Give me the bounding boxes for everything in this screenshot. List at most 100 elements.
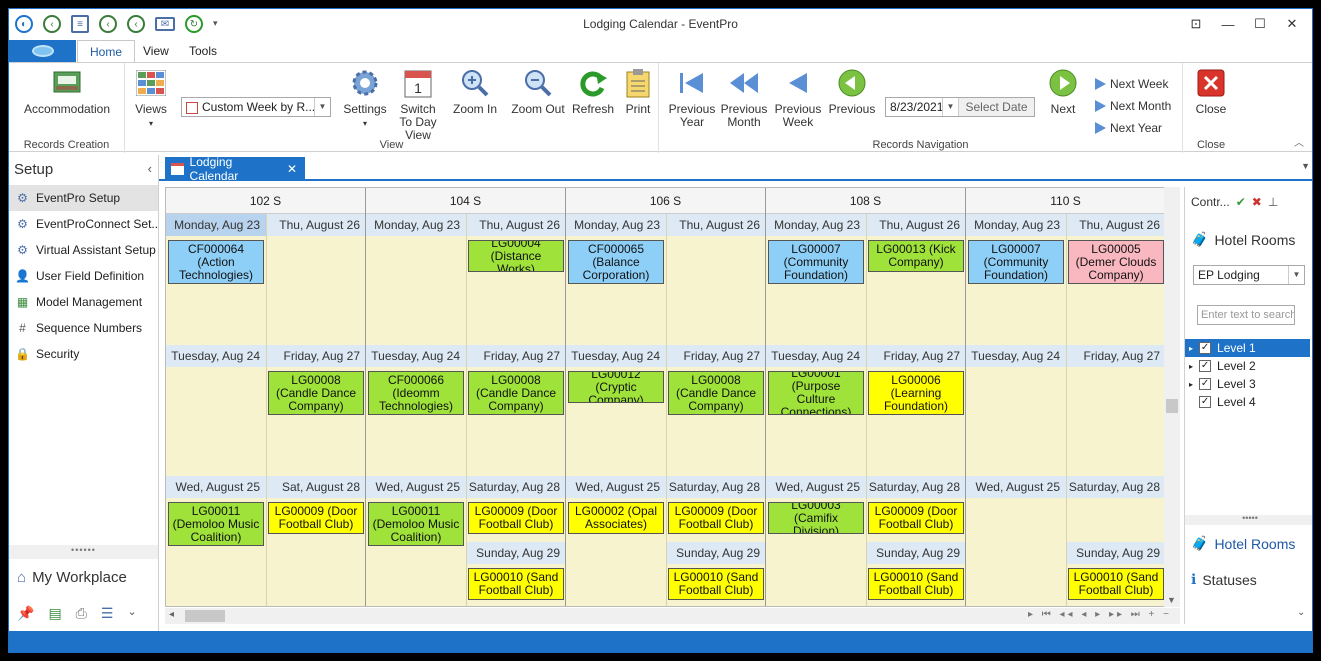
day-header[interactable]: Tuesday, Aug 24 <box>366 345 466 367</box>
day-header[interactable]: Friday, Aug 27 <box>266 345 366 367</box>
print-button[interactable]: Print <box>621 67 655 116</box>
previous-week-button[interactable]: Previous Week <box>773 67 823 129</box>
collapse-pane-icon[interactable]: ‹ <box>148 161 152 176</box>
tab-home[interactable]: Home <box>77 40 136 63</box>
tab-list-dropdown-icon[interactable]: ▼ <box>1301 161 1310 171</box>
booking-appointment[interactable]: LG00010 (Sand Football Club) <box>468 568 564 600</box>
booking-appointment[interactable]: LG00009 (Door Football Club) <box>268 502 364 534</box>
collapse-ribbon-icon[interactable]: ︿ <box>1294 134 1304 149</box>
day-header[interactable]: Monday, Aug 23 <box>766 214 866 236</box>
user-list-icon[interactable]: ☰ <box>101 605 114 622</box>
day-header[interactable]: Sat, August 28 <box>266 476 366 498</box>
day-header[interactable]: Friday, Aug 27 <box>866 345 966 367</box>
day-header[interactable]: Saturday, Aug 28 <box>1066 476 1166 498</box>
pin-pane-icon[interactable]: ⊥ <box>1268 195 1278 209</box>
booking-appointment[interactable]: LG00004 (Distance Works) <box>468 240 564 272</box>
booking-appointment[interactable]: LG00010 (Sand Football Club) <box>668 568 764 600</box>
day-header[interactable]: Monday, Aug 23 <box>566 214 666 236</box>
day-header[interactable]: Thu, August 26 <box>266 214 366 236</box>
my-workplace-button[interactable]: ⌂ My Workplace <box>17 569 127 586</box>
checkbox-checked[interactable]: ✓ <box>1199 342 1212 354</box>
day-header[interactable]: Tuesday, Aug 24 <box>166 345 266 367</box>
day-header[interactable]: Friday, Aug 27 <box>666 345 766 367</box>
accommodation-button[interactable]: Accommodation <box>23 67 111 116</box>
application-menu-button[interactable] <box>9 40 76 62</box>
expand-icon[interactable]: ▸ <box>1189 362 1193 371</box>
booking-appointment[interactable]: LG00007 (Community Foundation) <box>968 240 1064 284</box>
day-header[interactable]: Sunday, Aug 29 <box>466 542 566 564</box>
lodging-combo-arrow-icon[interactable]: ▼ <box>1288 266 1304 284</box>
record-navigator[interactable]: ▸ ⏮ ◂◂ ◂ ▸ ▸▸ ⏭ + − <box>1028 609 1172 620</box>
booking-appointment[interactable]: LG00011 (Demoloo Music Coalition) <box>168 502 264 546</box>
switch-to-day-view-button[interactable]: 1 Switch To Day View <box>393 67 443 142</box>
next-year-button[interactable]: Next Year <box>1095 121 1162 135</box>
booking-appointment[interactable]: LG00008 (Candle Dance Company) <box>268 371 364 415</box>
printer-icon[interactable]: ⎙ <box>76 605 87 622</box>
tab-lodging-calendar[interactable]: Lodging Calendar ✕ <box>165 155 305 183</box>
day-header[interactable]: Wed, August 25 <box>566 476 666 498</box>
setup-item-virtual-assistant-setup[interactable]: ⚙ Virtual Assistant Setup <box>9 237 158 263</box>
day-header[interactable]: Friday, Aug 27 <box>466 345 566 367</box>
day-header[interactable]: Thu, August 26 <box>466 214 566 236</box>
day-header[interactable]: Tuesday, Aug 24 <box>966 345 1066 367</box>
views-button[interactable]: Views ▾ <box>133 67 169 130</box>
lodging-combo[interactable]: EP Lodging ▼ <box>1193 265 1305 285</box>
day-header[interactable]: Friday, Aug 27 <box>1066 345 1166 367</box>
zoom-out-button[interactable]: Zoom Out <box>511 67 565 116</box>
previous-button[interactable]: Previous <box>827 67 877 116</box>
checkbox-checked[interactable]: ✓ <box>1199 378 1212 390</box>
booking-appointment[interactable]: LG00008 (Candle Dance Company) <box>668 371 764 415</box>
close-tab-icon[interactable]: ✕ <box>287 162 297 176</box>
next-month-button[interactable]: Next Month <box>1095 99 1171 113</box>
lodging-calendar[interactable]: 102 S Monday, Aug 23 Thu, August 26 Tuesday… <box>165 187 1180 607</box>
search-input[interactable]: Enter text to search <box>1197 305 1295 325</box>
minimize-button[interactable]: — <box>1212 13 1244 35</box>
booking-appointment[interactable]: LG00008 (Candle Dance Company) <box>468 371 564 415</box>
maximize-button[interactable]: ☐ <box>1244 13 1276 35</box>
checkbox-checked[interactable]: ✓ <box>1199 360 1212 372</box>
booking-appointment[interactable]: LG00006 (Learning Foundation) <box>868 371 964 415</box>
day-header[interactable]: Thu, August 26 <box>866 214 966 236</box>
day-header[interactable]: Monday, Aug 23 <box>166 214 266 236</box>
control-pane-splitter[interactable]: ••••• <box>1185 514 1312 525</box>
booking-appointment[interactable]: LG00013 (Kick Company) <box>868 240 964 272</box>
day-header[interactable]: Thu, August 26 <box>1066 214 1166 236</box>
restore-layout-icon[interactable]: ⊡ <box>1180 13 1212 35</box>
booking-appointment[interactable]: LG00007 (Community Foundation) <box>768 240 864 284</box>
day-header[interactable]: Saturday, Aug 28 <box>866 476 966 498</box>
booking-appointment[interactable]: LG00002 (Opal Associates) <box>568 502 664 534</box>
setup-item-sequence-numbers[interactable]: # Sequence Numbers <box>9 315 158 341</box>
previous-year-button[interactable]: Previous Year <box>667 67 717 129</box>
previous-month-button[interactable]: Previous Month <box>719 67 769 129</box>
day-header[interactable]: Tuesday, Aug 24 <box>766 345 866 367</box>
date-picker[interactable]: 8/23/2021 ▼ Select Date <box>885 97 1035 117</box>
more-shortcuts-icon[interactable]: ⌄ <box>127 605 136 622</box>
day-header[interactable]: Wed, August 25 <box>366 476 466 498</box>
pin-icon[interactable]: 📌 <box>17 605 34 622</box>
scroll-left-icon[interactable]: ◂ <box>169 609 174 620</box>
nav-hotel-rooms[interactable]: 🧳 Hotel Rooms <box>1191 535 1295 552</box>
day-header[interactable]: Sunday, Aug 29 <box>866 542 966 564</box>
booking-appointment[interactable]: LG00012 (Cryptic Company) <box>568 371 664 403</box>
booking-appointment[interactable]: LG00009 (Door Football Club) <box>868 502 964 534</box>
pane-splitter[interactable]: •••••• <box>9 545 158 559</box>
horizontal-scroll-thumb[interactable] <box>185 610 225 622</box>
close-button[interactable]: Close <box>1191 67 1231 116</box>
day-header[interactable]: Tuesday, Aug 24 <box>566 345 666 367</box>
date-dropdown-icon[interactable]: ▼ <box>942 98 958 116</box>
uncheck-all-icon[interactable]: ✖ <box>1252 195 1262 209</box>
vertical-scrollbar[interactable]: ▼ <box>1164 187 1180 607</box>
accommodation-small-icon[interactable]: ▤ <box>48 605 61 622</box>
day-header[interactable]: Wed, August 25 <box>766 476 866 498</box>
setup-item-eventproconnect-setup[interactable]: ⚙ EventProConnect Set... <box>9 211 158 237</box>
refresh-button[interactable]: Refresh <box>571 67 615 116</box>
day-header[interactable]: Saturday, Aug 28 <box>466 476 566 498</box>
day-header[interactable]: Wed, August 25 <box>966 476 1066 498</box>
booking-appointment[interactable]: LG00011 (Demoloo Music Coalition) <box>368 502 464 546</box>
tree-item-level-1[interactable]: ▸ ✓ Level 1 <box>1185 339 1310 357</box>
zoom-in-button[interactable]: Zoom In <box>453 67 497 116</box>
close-window-button[interactable]: ✕ <box>1276 13 1308 35</box>
next-week-button[interactable]: Next Week <box>1095 77 1168 91</box>
nav-statuses[interactable]: ℹ Statuses <box>1191 571 1257 588</box>
day-header[interactable]: Sunday, Aug 29 <box>1066 542 1166 564</box>
